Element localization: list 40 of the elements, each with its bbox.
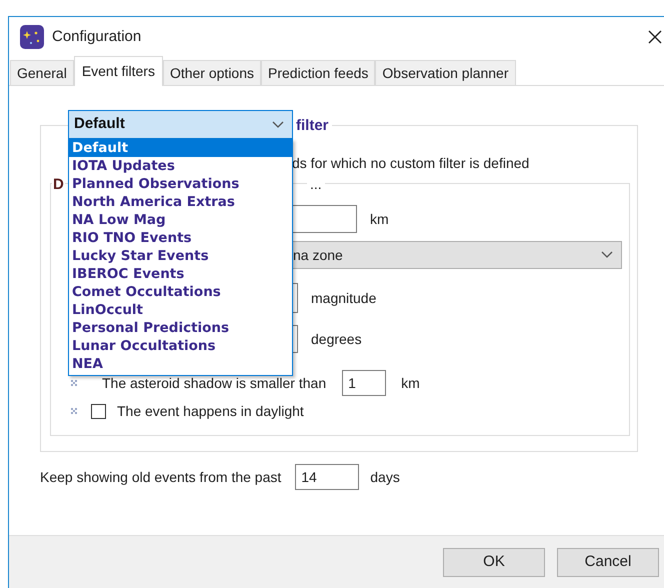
- daylight-checkbox[interactable]: [91, 404, 106, 418]
- filter-dropdown[interactable]: Default: [68, 110, 293, 139]
- unit-label: km: [370, 210, 389, 228]
- chevron-down-icon: [601, 251, 613, 259]
- unit-label: km: [401, 374, 420, 392]
- unit-label: magnitude: [311, 288, 376, 308]
- window-title: Configuration: [52, 26, 142, 47]
- tab[interactable]: General: [10, 60, 74, 86]
- past-days-field[interactable]: 14: [295, 464, 360, 490]
- dropdown-option[interactable]: IOTA Updates: [69, 157, 292, 175]
- dropdown-option[interactable]: Lunar Occultations: [69, 337, 292, 355]
- dropdown-option[interactable]: RIO TNO Events: [69, 229, 292, 247]
- zone-dropdown[interactable]: na zone: [291, 241, 622, 269]
- app-icon: [20, 25, 44, 49]
- unit-label: degrees: [311, 330, 362, 349]
- chevron-down-icon: [272, 120, 284, 128]
- dialog-button[interactable]: Cancel: [557, 548, 659, 576]
- dropdown-option[interactable]: Planned Observations: [69, 175, 292, 193]
- tab[interactable]: Event filters: [74, 56, 163, 86]
- shadow-label: The asteroid shadow is smaller than: [102, 374, 326, 392]
- distance-field[interactable]: [291, 205, 357, 233]
- dropdown-option[interactable]: Lucky Star Events: [69, 247, 292, 265]
- dropdown-option[interactable]: LinOccult: [69, 301, 292, 319]
- shadow-field[interactable]: 1: [342, 370, 386, 396]
- close-icon[interactable]: [648, 30, 662, 44]
- dropdown-option[interactable]: Personal Predictions: [69, 319, 292, 337]
- dropdown-option[interactable]: NA Low Mag: [69, 211, 292, 229]
- daylight-label: The event happens in daylight: [117, 402, 304, 421]
- dropdown-option[interactable]: NEA: [69, 355, 292, 373]
- dropdown-option[interactable]: North America Extras: [69, 193, 292, 211]
- description-text: ds for which no custom filter is defined: [292, 155, 530, 171]
- unit-label: days: [370, 468, 400, 487]
- dropdown-option[interactable]: Default: [69, 139, 292, 157]
- tab[interactable]: Other options: [162, 60, 262, 86]
- dropdown-option[interactable]: Comet Occultations: [69, 283, 292, 301]
- tab[interactable]: Observation planner: [375, 60, 516, 86]
- tab[interactable]: Prediction feeds: [261, 60, 376, 86]
- dropdown-option[interactable]: IBEROC Events: [69, 265, 292, 283]
- past-days-label: Keep showing old events from the past: [40, 468, 282, 487]
- dialog-button[interactable]: OK: [443, 548, 545, 576]
